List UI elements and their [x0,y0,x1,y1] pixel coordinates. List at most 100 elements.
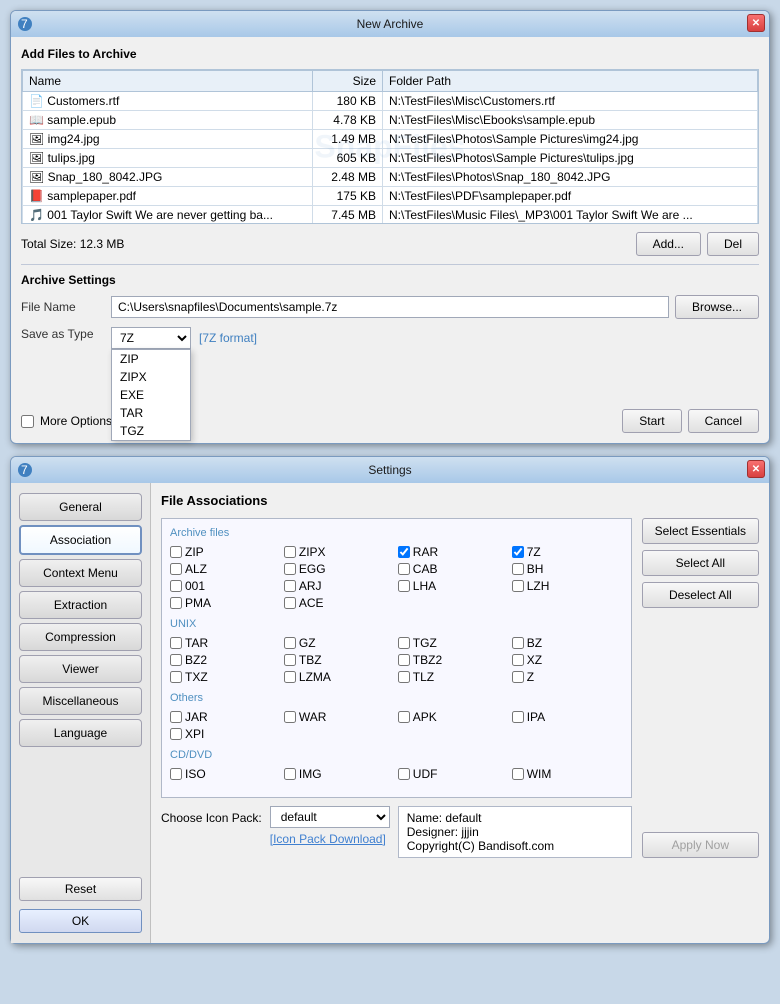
checkbox-tbz2[interactable] [398,654,410,666]
assoc-item-lha[interactable]: LHA [398,579,509,593]
assoc-item-war[interactable]: WAR [284,710,395,724]
ok-button[interactable]: OK [19,909,142,933]
checkbox-iso[interactable] [170,768,182,780]
select-all-button[interactable]: Select All [642,550,759,576]
assoc-item-7z[interactable]: 7Z [512,545,623,559]
checkbox-lzma[interactable] [284,671,296,683]
dropdown-item-zipx[interactable]: ZIPX [112,368,190,386]
icon-pack-select[interactable]: default [270,806,390,828]
checkbox-001[interactable] [170,580,182,592]
checkbox-jar[interactable] [170,711,182,723]
checkbox-lzh[interactable] [512,580,524,592]
sidebar-item-extraction[interactable]: Extraction [19,591,142,619]
sidebar-item-compression[interactable]: Compression [19,623,142,651]
assoc-item-ipa[interactable]: IPA [512,710,623,724]
checkbox-lha[interactable] [398,580,410,592]
table-row[interactable]: 🖼 tulips.jpg605 KBN:\TestFiles\Photos\Sa… [23,149,758,168]
assoc-item-bh[interactable]: BH [512,562,623,576]
checkbox-cab[interactable] [398,563,410,575]
checkbox-pma[interactable] [170,597,182,609]
del-button[interactable]: Del [707,232,759,256]
more-options-checkbox[interactable] [21,415,34,428]
assoc-item-xpi[interactable]: XPI [170,727,281,741]
assoc-item-alz[interactable]: ALZ [170,562,281,576]
assoc-item-cab[interactable]: CAB [398,562,509,576]
assoc-item-tbz2[interactable]: TBZ2 [398,653,509,667]
assoc-item-tar[interactable]: TAR [170,636,281,650]
table-row[interactable]: 🖼 Snap_180_8042.JPG2.48 MBN:\TestFiles\P… [23,168,758,187]
assoc-item-tlz[interactable]: TLZ [398,670,509,684]
assoc-item-iso[interactable]: ISO [170,767,281,781]
add-button[interactable]: Add... [636,232,701,256]
checkbox-bz2[interactable] [170,654,182,666]
assoc-item-lzh[interactable]: LZH [512,579,623,593]
assoc-item-gz[interactable]: GZ [284,636,395,650]
sidebar-item-general[interactable]: General [19,493,142,521]
checkbox-apk[interactable] [398,711,410,723]
table-row[interactable]: 🖼 img24.jpg1.49 MBN:\TestFiles\Photos\Sa… [23,130,758,149]
assoc-item-z[interactable]: Z [512,670,623,684]
savetype-dropdown[interactable]: 7Z ZIP ZIPX EXE TAR TGZ [111,327,191,349]
assoc-item-tbz[interactable]: TBZ [284,653,395,667]
table-row[interactable]: 📖 sample.epub4.78 KBN:\TestFiles\Misc\Eb… [23,111,758,130]
assoc-item-arj[interactable]: ARJ [284,579,395,593]
checkbox-wim[interactable] [512,768,524,780]
assoc-item-tgz[interactable]: TGZ [398,636,509,650]
assoc-item-pma[interactable]: PMA [170,596,281,610]
filename-input[interactable] [111,296,669,318]
checkbox-ipa[interactable] [512,711,524,723]
checkbox-xpi[interactable] [170,728,182,740]
assoc-item-bz2[interactable]: BZ2 [170,653,281,667]
cancel-button[interactable]: Cancel [688,409,759,433]
archive-close-button[interactable]: ✕ [747,14,765,32]
dropdown-item-tgz[interactable]: TGZ [112,422,190,440]
checkbox-xz[interactable] [512,654,524,666]
checkbox-tgz[interactable] [398,637,410,649]
assoc-item-jar[interactable]: JAR [170,710,281,724]
dropdown-item-exe[interactable]: EXE [112,386,190,404]
sidebar-item-context-menu[interactable]: Context Menu [19,559,142,587]
checkbox-tbz[interactable] [284,654,296,666]
deselect-all-button[interactable]: Deselect All [642,582,759,608]
checkbox-z[interactable] [512,671,524,683]
table-row[interactable]: 📕 samplepaper.pdf175 KBN:\TestFiles\PDF\… [23,187,758,206]
assoc-item-rar[interactable]: RAR [398,545,509,559]
assoc-item-bz[interactable]: BZ [512,636,623,650]
checkbox-arj[interactable] [284,580,296,592]
select-essentials-button[interactable]: Select Essentials [642,518,759,544]
reset-button[interactable]: Reset [19,877,142,901]
apply-now-button[interactable]: Apply Now [642,832,759,858]
checkbox-alz[interactable] [170,563,182,575]
checkbox-bh[interactable] [512,563,524,575]
checkbox-7z[interactable] [512,546,524,558]
icon-pack-download-link[interactable]: [Icon Pack Download] [270,832,390,846]
assoc-item-zip[interactable]: ZIP [170,545,281,559]
checkbox-bz[interactable] [512,637,524,649]
dropdown-item-tar[interactable]: TAR [112,404,190,422]
assoc-item-txz[interactable]: TXZ [170,670,281,684]
checkbox-zip[interactable] [170,546,182,558]
assoc-item-egg[interactable]: EGG [284,562,395,576]
assoc-item-img[interactable]: IMG [284,767,395,781]
checkbox-zipx[interactable] [284,546,296,558]
assoc-item-zipx[interactable]: ZIPX [284,545,395,559]
table-row[interactable]: 📄 Customers.rtf180 KBN:\TestFiles\Misc\C… [23,92,758,111]
assoc-item-udf[interactable]: UDF [398,767,509,781]
assoc-item-apk[interactable]: APK [398,710,509,724]
assoc-item-xz[interactable]: XZ [512,653,623,667]
sidebar-item-language[interactable]: Language [19,719,142,747]
checkbox-war[interactable] [284,711,296,723]
checkbox-txz[interactable] [170,671,182,683]
checkbox-egg[interactable] [284,563,296,575]
start-button[interactable]: Start [622,409,681,433]
assoc-item-wim[interactable]: WIM [512,767,623,781]
dropdown-item-zip[interactable]: ZIP [112,350,190,368]
checkbox-gz[interactable] [284,637,296,649]
checkbox-tar[interactable] [170,637,182,649]
checkbox-udf[interactable] [398,768,410,780]
sidebar-item-miscellaneous[interactable]: Miscellaneous [19,687,142,715]
assoc-item-ace[interactable]: ACE [284,596,395,610]
browse-button[interactable]: Browse... [675,295,759,319]
checkbox-rar[interactable] [398,546,410,558]
sidebar-item-association[interactable]: Association [19,525,142,555]
